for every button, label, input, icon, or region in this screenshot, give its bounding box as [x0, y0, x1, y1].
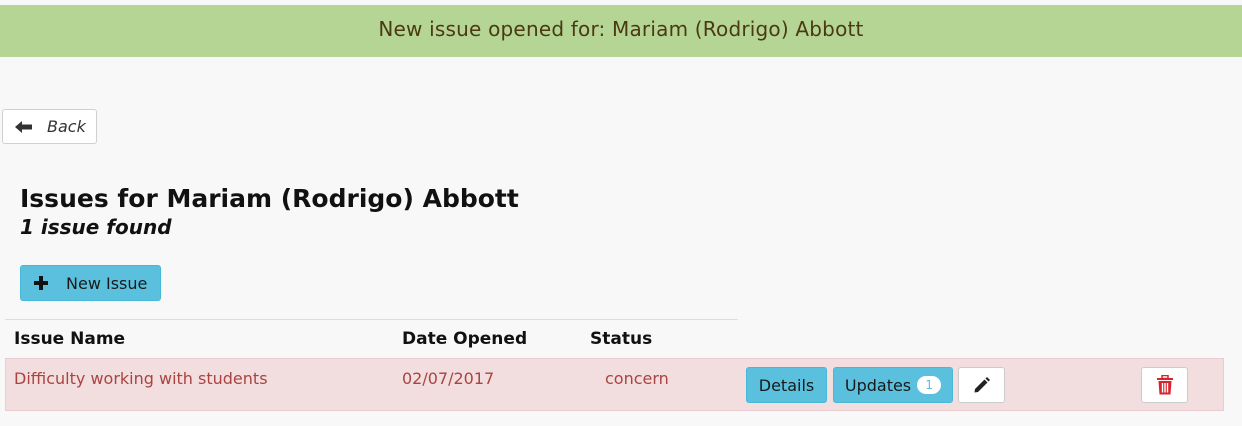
page-title: Issues for Mariam (Rodrigo) Abbott	[20, 184, 519, 213]
new-issue-label: New Issue	[66, 273, 148, 293]
date-opened-cell: 02/07/2017	[402, 369, 495, 388]
issue-name-cell: Difficulty working with students	[14, 369, 268, 388]
status-cell: concern	[605, 369, 669, 388]
pencil-icon	[973, 376, 991, 394]
issue-count: 1 issue found	[20, 215, 172, 239]
banner-message: New issue opened for: Mariam (Rodrigo) A…	[378, 17, 864, 41]
column-header-date-opened: Date Opened	[402, 329, 528, 349]
table-divider	[5, 319, 738, 320]
edit-button[interactable]	[958, 367, 1005, 403]
column-header-status: Status	[590, 329, 653, 349]
updates-count-badge: 1	[917, 376, 942, 394]
updates-button[interactable]: Updates 1	[833, 367, 953, 403]
updates-button-label: Updates	[844, 375, 912, 395]
back-button[interactable]: Back	[2, 109, 97, 144]
back-button-label: Back	[47, 117, 86, 136]
delete-button[interactable]	[1141, 367, 1188, 403]
plus-icon	[33, 275, 49, 291]
column-header-issue-name: Issue Name	[14, 329, 126, 349]
trash-icon	[1156, 375, 1174, 395]
new-issue-button[interactable]: New Issue	[20, 265, 161, 301]
success-banner: New issue opened for: Mariam (Rodrigo) A…	[0, 5, 1242, 57]
details-button-label: Details	[758, 375, 815, 395]
arrow-left-icon	[15, 119, 35, 135]
details-button[interactable]: Details	[746, 367, 827, 403]
